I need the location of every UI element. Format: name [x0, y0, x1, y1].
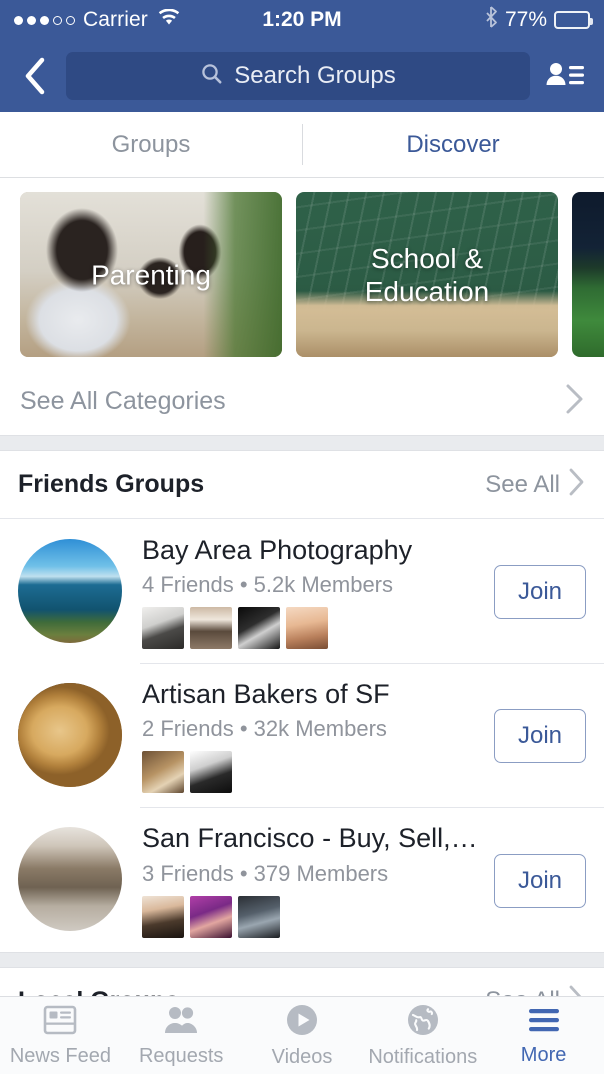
bluetooth-icon [485, 6, 498, 34]
back-button[interactable] [16, 57, 54, 95]
tab-label: Requests [139, 1046, 224, 1066]
group-info: Bay Area Photography 4 Friends • 5.2k Me… [122, 535, 482, 649]
see-all-categories-row[interactable]: See All Categories [0, 367, 604, 435]
segmented-tabs: Groups Discover [0, 112, 604, 178]
bay-bridge-photo [18, 539, 122, 643]
search-input[interactable]: Search Groups [66, 52, 530, 100]
tab-videos[interactable]: Videos [242, 997, 363, 1074]
globe-icon [407, 1004, 439, 1042]
friend-avatar [142, 751, 184, 793]
see-all-button[interactable]: See All [485, 984, 586, 996]
friend-avatar [190, 896, 232, 938]
friend-avatar-list [142, 751, 482, 793]
category-card-parenting[interactable]: Parenting [20, 192, 282, 357]
friend-avatar [142, 896, 184, 938]
search-icon [200, 62, 224, 91]
friend-avatar [190, 751, 232, 793]
signal-strength-icon [14, 16, 75, 25]
group-info: San Francisco - Buy, Sell, T... 3 Friend… [122, 823, 482, 937]
section-title: Local Groups [18, 987, 179, 996]
see-all-button[interactable]: See All [485, 467, 586, 502]
group-name: Artisan Bakers of SF [142, 679, 482, 709]
join-button[interactable]: Join [494, 854, 586, 908]
friend-avatar [238, 607, 280, 649]
tab-requests[interactable]: Requests [121, 997, 242, 1074]
content-scroll-area[interactable]: Parenting School & Education See All Cat… [0, 178, 604, 996]
see-all-categories-label: See All Categories [20, 387, 226, 416]
wifi-icon [158, 8, 180, 32]
app-screen: Carrier 1:20 PM 77% Search Groups [0, 0, 604, 1074]
tab-label: News Feed [10, 1046, 111, 1066]
tab-label: Notifications [368, 1047, 477, 1067]
status-bar-right: 77% [485, 6, 590, 34]
chevron-right-icon [568, 984, 586, 996]
section-header-friends-groups: Friends Groups See All [0, 451, 604, 519]
search-placeholder: Search Groups [234, 62, 395, 90]
status-bar-left: Carrier [14, 8, 180, 32]
section-divider [0, 435, 604, 451]
navigation-bar: Search Groups [0, 40, 604, 112]
category-carousel[interactable]: Parenting School & Education [0, 178, 604, 367]
tab-groups[interactable]: Groups [0, 112, 302, 177]
friend-list-icon[interactable] [542, 60, 588, 92]
news-feed-icon [43, 1005, 77, 1041]
group-meta: 2 Friends • 32k Members [142, 716, 482, 742]
tab-label: Videos [272, 1047, 333, 1067]
table-row[interactable]: Bay Area Photography 4 Friends • 5.2k Me… [0, 519, 604, 663]
friend-avatar [238, 896, 280, 938]
group-name: San Francisco - Buy, Sell, T... [142, 823, 482, 853]
category-card-label: School & Education [296, 241, 558, 307]
friend-avatar [142, 607, 184, 649]
friend-avatar [190, 607, 232, 649]
friend-requests-icon [163, 1005, 199, 1041]
flea-market-photo [18, 827, 122, 931]
tab-notifications[interactable]: Notifications [362, 997, 483, 1074]
bread-loaf-photo [18, 683, 122, 787]
group-thumbnail [18, 683, 122, 787]
hamburger-menu-icon [527, 1006, 561, 1040]
group-meta: 3 Friends • 379 Members [142, 861, 482, 887]
tab-label: More [521, 1045, 567, 1065]
section-divider [0, 952, 604, 968]
friend-avatar [286, 607, 328, 649]
table-row[interactable]: Artisan Bakers of SF 2 Friends • 32k Mem… [0, 663, 604, 807]
category-card-school-education[interactable]: School & Education [296, 192, 558, 357]
category-card-sports[interactable] [572, 192, 604, 357]
group-thumbnail [18, 827, 122, 931]
tab-more[interactable]: More [483, 997, 604, 1074]
carrier-label: Carrier [83, 8, 148, 32]
group-info: Artisan Bakers of SF 2 Friends • 32k Mem… [122, 679, 482, 793]
section-header-local-groups: Local Groups See All [0, 968, 604, 996]
bottom-tab-bar: News Feed Requests Videos Notifications … [0, 996, 604, 1074]
section-title: Friends Groups [18, 470, 204, 499]
group-meta: 4 Friends • 5.2k Members [142, 572, 482, 598]
video-play-icon [286, 1004, 318, 1042]
chevron-right-icon [568, 467, 586, 502]
table-row[interactable]: San Francisco - Buy, Sell, T... 3 Friend… [0, 807, 604, 951]
group-name: Bay Area Photography [142, 535, 482, 565]
status-bar: Carrier 1:20 PM 77% [0, 0, 604, 40]
group-thumbnail [18, 539, 122, 643]
category-card-label: Parenting [20, 258, 282, 291]
tab-news-feed[interactable]: News Feed [0, 997, 121, 1074]
battery-icon [554, 11, 590, 29]
chevron-right-icon [564, 383, 584, 420]
battery-percent-label: 77% [505, 8, 547, 32]
see-all-label: See All [485, 987, 560, 996]
friend-avatar-list [142, 896, 482, 938]
see-all-label: See All [485, 471, 560, 499]
join-button[interactable]: Join [494, 709, 586, 763]
tab-discover[interactable]: Discover [302, 112, 604, 177]
friend-avatar-list [142, 607, 482, 649]
sports-field-photo [572, 192, 604, 357]
join-button[interactable]: Join [494, 565, 586, 619]
